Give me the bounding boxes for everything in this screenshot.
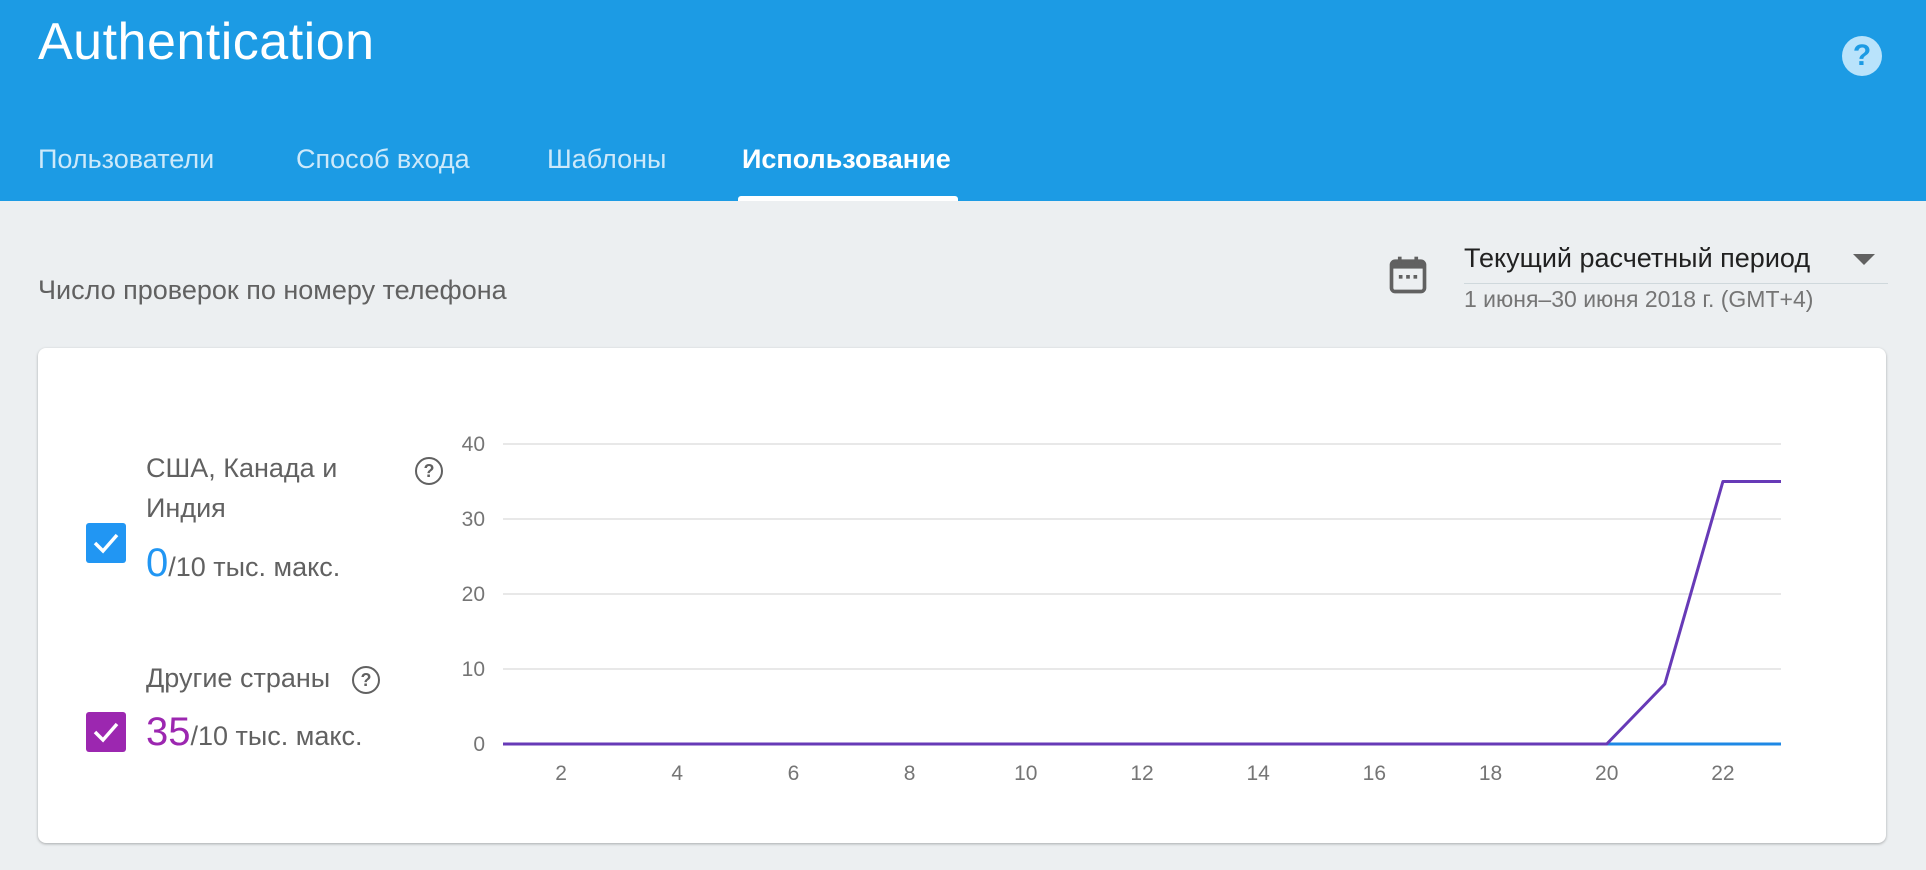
- x-tick-label: 14: [1247, 762, 1271, 785]
- y-tick-label: 0: [473, 733, 485, 756]
- chevron-down-icon: [1853, 254, 1875, 265]
- active-tab-indicator: [738, 196, 958, 201]
- period-label: Текущий расчетный период: [1464, 243, 1811, 273]
- period-range: 1 июня–30 июня 2018 г. (GMT+4): [1464, 286, 1814, 312]
- x-tick-label: 20: [1595, 762, 1618, 785]
- calendar-icon: [1389, 256, 1427, 294]
- help-circle-icon[interactable]: ?: [1842, 36, 1882, 76]
- x-tick-label: 8: [904, 762, 916, 785]
- usage-card: США, Канада и Индия ? 0/10 тыс. макс. Др…: [38, 348, 1886, 843]
- x-tick-label: 6: [788, 762, 800, 785]
- x-tick-label: 4: [671, 762, 683, 785]
- tab-bar: Пользователи Способ входа Шаблоны Исполь…: [0, 130, 1100, 201]
- usage-line-chart: 0 10 20 30 40 2 4 6 8 10 12 14 16 18 20 22: [462, 433, 1781, 785]
- x-tick-label: 10: [1014, 762, 1037, 785]
- x-tick-label: 16: [1363, 762, 1386, 785]
- x-tick-label: 22: [1711, 762, 1734, 785]
- billing-period-dropdown[interactable]: Текущий расчетный период: [1464, 240, 1888, 284]
- tab-usage[interactable]: Использование: [742, 144, 951, 175]
- section-title: Число проверок по номеру телефона: [38, 275, 507, 305]
- y-tick-label: 20: [462, 583, 485, 606]
- x-tick-label: 2: [555, 762, 567, 785]
- y-tick-label: 40: [462, 433, 485, 456]
- x-tick-label: 12: [1130, 762, 1153, 785]
- x-tick-label: 18: [1479, 762, 1502, 785]
- series-line-2: [503, 480, 1781, 746]
- tab-users[interactable]: Пользователи: [38, 144, 214, 175]
- app-title: Authentication: [38, 13, 375, 71]
- tab-sign-in-method[interactable]: Способ входа: [296, 144, 470, 175]
- tab-templates[interactable]: Шаблоны: [547, 144, 666, 175]
- y-tick-label: 30: [462, 508, 485, 531]
- y-tick-label: 10: [462, 658, 485, 681]
- app-header: Authentication ? Пользователи Способ вхо…: [0, 0, 1926, 201]
